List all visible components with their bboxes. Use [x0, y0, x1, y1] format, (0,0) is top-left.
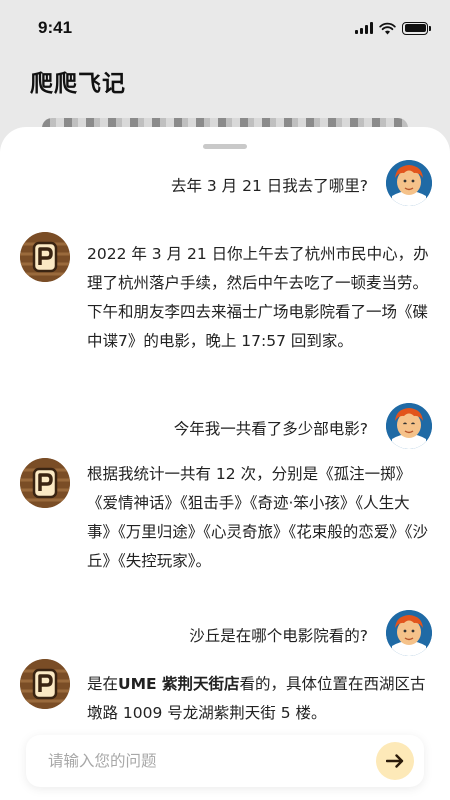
user-avatar [386, 610, 432, 656]
wifi-icon [379, 22, 396, 34]
chat-sheet: 去年 3 月 21 日我去了哪里? 2022 年 3 月 21 日你上午去了杭州… [0, 127, 450, 800]
question-input-bar [26, 735, 424, 787]
send-button[interactable] [376, 742, 414, 780]
message-text: 是在 [87, 675, 119, 693]
user-message: 去年 3 月 21 日我去了哪里? [170, 177, 368, 195]
user-avatar [386, 403, 432, 449]
signal-icon [355, 22, 373, 34]
cinema-name-highlight: UME 紫荆天街店 [118, 675, 240, 693]
status-bar: 9:41 [0, 0, 450, 56]
user-avatar [386, 160, 432, 206]
app-title: 爬爬飞记 [30, 71, 126, 97]
assistant-avatar [20, 232, 70, 282]
status-icons [355, 21, 431, 35]
cartoon-face-icon [386, 403, 432, 449]
cartoon-face-icon [386, 160, 432, 206]
assistant-message: 2022 年 3 月 21 日你上午去了杭州市民中心，办理了杭州落户手续，然后中… [87, 245, 429, 350]
sheet-grab-handle[interactable] [203, 144, 247, 149]
user-message: 今年我一共看了多少部电影? [173, 420, 368, 438]
assistant-avatar [20, 659, 70, 709]
arrow-right-icon [386, 754, 404, 768]
p-logo-icon [20, 458, 70, 508]
assistant-message: 是在UME 紫荆天街店看的，具体位置在西湖区古墩路 1009 号龙湖紫荆天街 5… [87, 670, 429, 728]
question-input[interactable] [48, 752, 376, 770]
status-time: 9:41 [38, 18, 73, 37]
p-logo-icon [20, 232, 70, 282]
user-message: 沙丘是在哪个电影院看的? [189, 627, 368, 645]
battery-icon [402, 21, 431, 35]
cartoon-face-icon [386, 610, 432, 656]
assistant-avatar [20, 458, 70, 508]
p-logo-icon [20, 659, 70, 709]
assistant-message: 根据我统计一共有 12 次，分别是《孤注一掷》《爱情神话》《狙击手》《奇迹·笨小… [87, 465, 429, 570]
